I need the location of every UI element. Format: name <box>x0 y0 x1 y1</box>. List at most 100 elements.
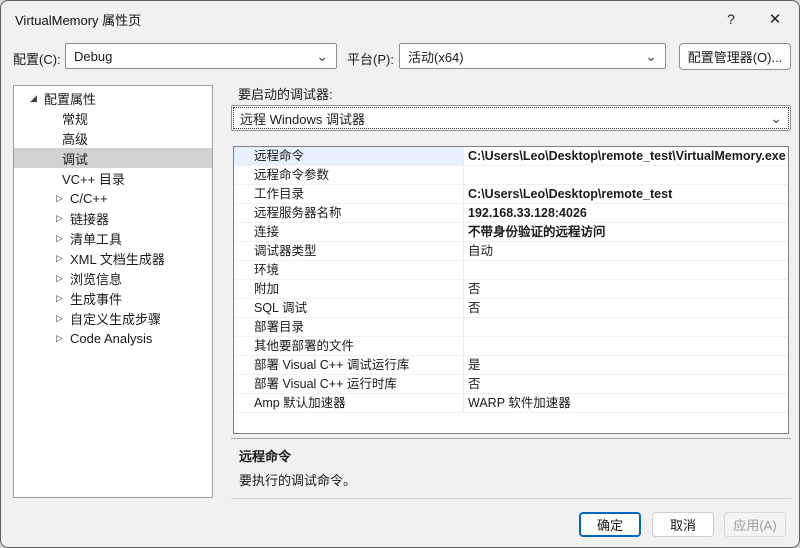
tree-item-label: Code Analysis <box>70 331 152 346</box>
property-row: SQL 调试否 <box>234 299 788 318</box>
tree-item-label: XML 文档生成器 <box>70 249 165 268</box>
platform-label: 平台(P): <box>347 49 394 68</box>
property-row: 远程命令参数 <box>234 166 788 185</box>
description-title: 远程命令 <box>239 446 783 465</box>
tree-item-label: VC++ 目录 <box>62 169 125 188</box>
ok-button[interactable]: 确定 <box>579 512 641 537</box>
expand-icon[interactable]: ▷ <box>56 213 70 224</box>
tree-item[interactable]: 常规 <box>14 108 212 128</box>
tree-item[interactable]: ▷生成事件 <box>14 288 212 308</box>
property-value[interactable]: 是 <box>464 356 788 374</box>
expand-icon[interactable]: ▷ <box>56 313 70 324</box>
property-row: 远程服务器名称192.168.33.128:4026 <box>234 204 788 223</box>
tree-item-label: 常规 <box>62 109 88 128</box>
property-name[interactable]: 远程命令 <box>234 147 464 165</box>
tree-item-label: 自定义生成步骤 <box>70 309 161 328</box>
property-name[interactable]: Amp 默认加速器 <box>234 394 464 412</box>
platform-select[interactable]: 活动(x64) ⌄ <box>399 43 666 69</box>
tree-item-label: 配置属性 <box>44 89 96 108</box>
property-grid: 远程命令C:\Users\Leo\Desktop\remote_test\Vir… <box>233 146 789 434</box>
property-name[interactable]: 调试器类型 <box>234 242 464 260</box>
property-row: Amp 默认加速器WARP 软件加速器 <box>234 394 788 413</box>
property-row: 调试器类型自动 <box>234 242 788 261</box>
window-title: VirtualMemory 属性页 <box>15 10 141 29</box>
tree-item[interactable]: ▷链接器 <box>14 208 212 228</box>
tree-item[interactable]: ▷清单工具 <box>14 228 212 248</box>
property-value[interactable] <box>464 166 788 184</box>
debugger-select[interactable]: 远程 Windows 调试器 ⌄ <box>231 105 791 131</box>
tree-item[interactable]: ◢配置属性 <box>14 88 212 108</box>
tree-item-label: C/C++ <box>70 191 108 206</box>
property-name[interactable]: 其他要部署的文件 <box>234 337 464 355</box>
property-row: 远程命令C:\Users\Leo\Desktop\remote_test\Vir… <box>234 147 788 166</box>
property-value[interactable]: C:\Users\Leo\Desktop\remote_test <box>464 185 788 203</box>
property-row: 部署 Visual C++ 运行时库否 <box>234 375 788 394</box>
tree-item[interactable]: ▷自定义生成步骤 <box>14 308 212 328</box>
property-row: 部署目录 <box>234 318 788 337</box>
cancel-button[interactable]: 取消 <box>652 512 714 537</box>
property-row: 附加否 <box>234 280 788 299</box>
property-pages-dialog: VirtualMemory 属性页 ? ✕ 配置(C): Debug ⌄ 平台(… <box>0 0 800 548</box>
property-value[interactable]: 否 <box>464 280 788 298</box>
property-value[interactable]: WARP 软件加速器 <box>464 394 788 412</box>
collapse-icon[interactable]: ◢ <box>30 93 44 104</box>
property-name[interactable]: 附加 <box>234 280 464 298</box>
property-value[interactable]: 192.168.33.128:4026 <box>464 204 788 222</box>
tree-item[interactable]: 高级 <box>14 128 212 148</box>
chevron-down-icon: ⌄ <box>316 45 328 67</box>
property-value[interactable]: 否 <box>464 375 788 393</box>
property-value[interactable]: 不带身份验证的远程访问 <box>464 223 788 241</box>
property-name[interactable]: 工作目录 <box>234 185 464 203</box>
tree-item[interactable]: ▷Code Analysis <box>14 328 212 348</box>
configuration-value: Debug <box>74 49 112 64</box>
configuration-tree: ◢配置属性常规高级调试VC++ 目录▷C/C++▷链接器▷清单工具▷XML 文档… <box>13 85 213 498</box>
tree-item[interactable]: ▷C/C++ <box>14 188 212 208</box>
description-panel: 远程命令 要执行的调试命令。 <box>231 438 791 499</box>
tree-item[interactable]: ▷XML 文档生成器 <box>14 248 212 268</box>
configuration-manager-button[interactable]: 配置管理器(O)... <box>679 43 791 70</box>
property-value[interactable]: C:\Users\Leo\Desktop\remote_test\Virtual… <box>464 147 788 165</box>
chevron-down-icon: ⌄ <box>770 107 782 129</box>
configuration-select[interactable]: Debug ⌄ <box>65 43 337 69</box>
configuration-row: 配置(C): Debug ⌄ 平台(P): 活动(x64) ⌄ 配置管理器(O)… <box>13 43 788 70</box>
property-value[interactable] <box>464 261 788 279</box>
property-row: 部署 Visual C++ 调试运行库是 <box>234 356 788 375</box>
tree-item-label: 生成事件 <box>70 289 122 308</box>
expand-icon[interactable]: ▷ <box>56 273 70 284</box>
property-value[interactable] <box>464 337 788 355</box>
help-icon[interactable]: ? <box>711 1 751 37</box>
property-value[interactable]: 自动 <box>464 242 788 260</box>
close-icon[interactable]: ✕ <box>755 1 795 37</box>
tree-item-label: 链接器 <box>70 209 109 228</box>
property-value[interactable]: 否 <box>464 299 788 317</box>
property-name[interactable]: 部署 Visual C++ 调试运行库 <box>234 356 464 374</box>
tree-item-label: 清单工具 <box>70 229 122 248</box>
property-value[interactable] <box>464 318 788 336</box>
expand-icon[interactable]: ▷ <box>56 253 70 264</box>
tree-item[interactable]: 调试 <box>14 148 212 168</box>
property-row: 环境 <box>234 261 788 280</box>
expand-icon[interactable]: ▷ <box>56 233 70 244</box>
expand-icon[interactable]: ▷ <box>56 193 70 204</box>
tree-item[interactable]: ▷浏览信息 <box>14 268 212 288</box>
description-text: 要执行的调试命令。 <box>239 470 783 489</box>
platform-value: 活动(x64) <box>408 47 464 66</box>
tree-item-label: 高级 <box>62 129 88 148</box>
property-name[interactable]: SQL 调试 <box>234 299 464 317</box>
property-name[interactable]: 连接 <box>234 223 464 241</box>
property-name[interactable]: 远程命令参数 <box>234 166 464 184</box>
property-row: 其他要部署的文件 <box>234 337 788 356</box>
debugger-value: 远程 Windows 调试器 <box>240 109 365 128</box>
property-name[interactable]: 远程服务器名称 <box>234 204 464 222</box>
property-row: 连接不带身份验证的远程访问 <box>234 223 788 242</box>
tree-item-label: 浏览信息 <box>70 269 122 288</box>
property-name[interactable]: 部署 Visual C++ 运行时库 <box>234 375 464 393</box>
chevron-down-icon: ⌄ <box>645 45 657 67</box>
expand-icon[interactable]: ▷ <box>56 333 70 344</box>
property-name[interactable]: 部署目录 <box>234 318 464 336</box>
expand-icon[interactable]: ▷ <box>56 293 70 304</box>
apply-button[interactable]: 应用(A) <box>724 512 786 537</box>
property-row: 工作目录C:\Users\Leo\Desktop\remote_test <box>234 185 788 204</box>
tree-item[interactable]: VC++ 目录 <box>14 168 212 188</box>
property-name[interactable]: 环境 <box>234 261 464 279</box>
